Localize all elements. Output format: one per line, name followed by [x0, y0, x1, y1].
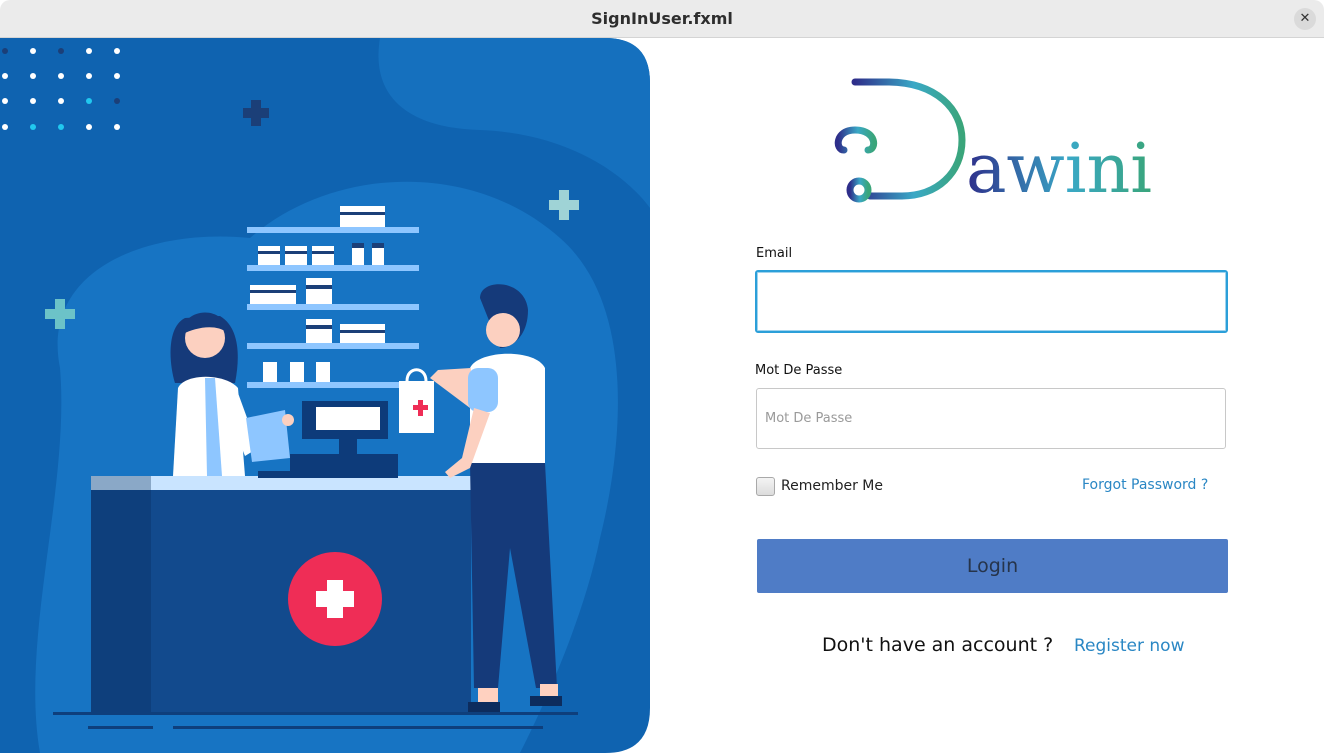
remember-me-label: Remember Me	[781, 478, 883, 494]
password-field[interactable]	[756, 388, 1226, 449]
register-now-link[interactable]: Register now	[1074, 636, 1184, 656]
stethoscope-d-icon	[834, 78, 966, 203]
email-field[interactable]	[755, 270, 1228, 333]
email-label: Email	[756, 246, 793, 261]
no-account-text: Don't have an account ?	[822, 634, 1054, 656]
window-titlebar: SignInUser.fxml ✕	[0, 0, 1324, 38]
forgot-password-link[interactable]: Forgot Password ?	[1082, 477, 1208, 493]
remember-me-checkbox[interactable]	[756, 477, 775, 496]
password-label: Mot De Passe	[755, 363, 843, 378]
window-title: SignInUser.fxml	[591, 9, 733, 28]
dawini-logo: awini	[834, 78, 1152, 208]
brand-wordmark: awini	[966, 130, 1152, 208]
close-icon[interactable]: ✕	[1294, 8, 1316, 30]
pharmacy-illustration	[0, 38, 650, 753]
login-button[interactable]: Login	[757, 539, 1228, 593]
